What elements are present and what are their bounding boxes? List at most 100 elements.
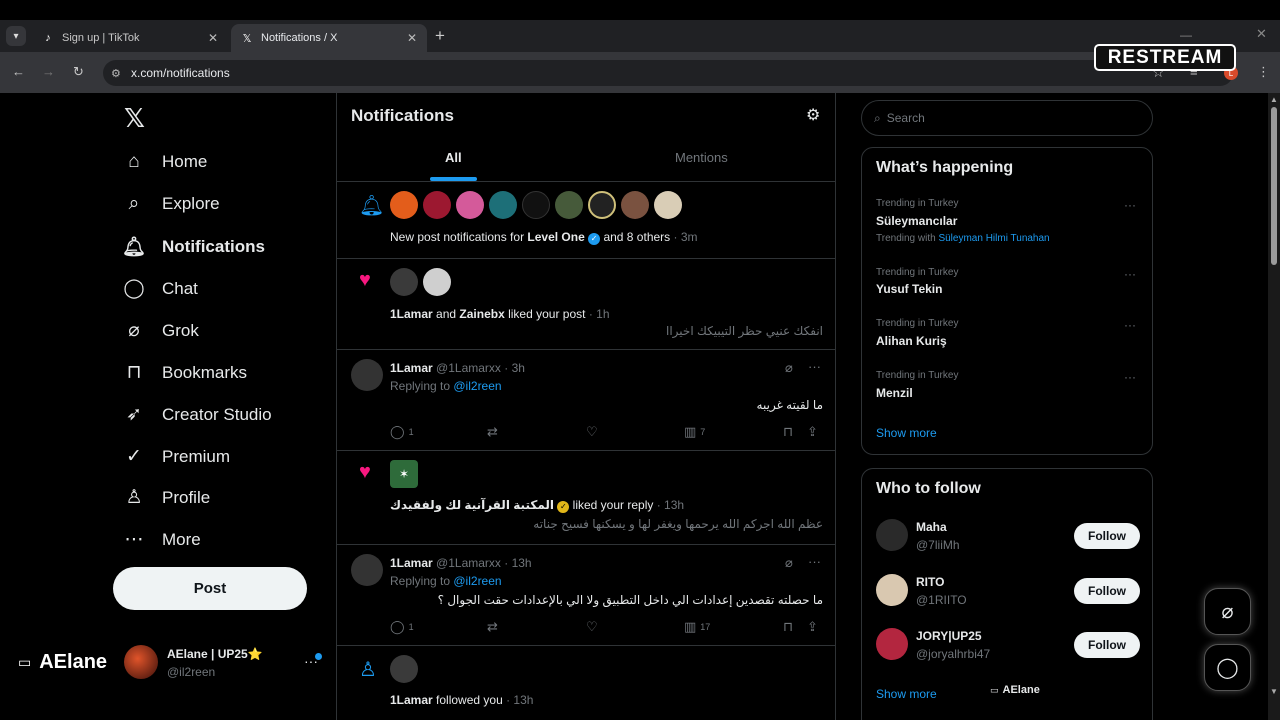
- scroll-up-icon[interactable]: ▲: [1270, 95, 1278, 104]
- more-icon[interactable]: ···: [1124, 370, 1136, 384]
- follow-name[interactable]: Maha: [916, 520, 947, 534]
- more-icon[interactable]: ···: [808, 359, 821, 374]
- notification-text[interactable]: المكتبة القرآنية لك ولفقيدك ✓ liked your…: [390, 498, 684, 513]
- show-more-link[interactable]: Show more: [876, 426, 937, 440]
- avatar[interactable]: [390, 191, 418, 219]
- avatar[interactable]: [351, 359, 383, 391]
- trend-name[interactable]: Süleymancılar: [876, 214, 957, 228]
- sidebar-item-more[interactable]: ⋯ More: [122, 528, 201, 551]
- post-button[interactable]: Post: [113, 567, 307, 610]
- forward-icon[interactable]: →: [42, 64, 55, 79]
- avatar[interactable]: [876, 628, 908, 660]
- views-icon: ▥: [684, 424, 697, 439]
- avatar[interactable]: [390, 655, 418, 683]
- avatar[interactable]: [876, 574, 908, 606]
- notification-text[interactable]: 1Lamar followed you · 13h: [390, 693, 533, 707]
- scrollbar[interactable]: ▲ ▼: [1268, 93, 1280, 720]
- views-button[interactable]: ▥ 17: [684, 619, 710, 635]
- follow-button[interactable]: Follow: [1074, 632, 1140, 658]
- sidebar-item-grok[interactable]: ⌀ Grok: [122, 319, 199, 342]
- avatar[interactable]: [621, 191, 649, 219]
- avatar[interactable]: [654, 191, 682, 219]
- follow-name[interactable]: JORY|UP25: [916, 629, 982, 643]
- reply-button[interactable]: ◯ 1: [390, 619, 414, 635]
- follow-button[interactable]: Follow: [1074, 523, 1140, 549]
- notification-text[interactable]: 1Lamar and Zainebx liked your post · 1h: [390, 307, 610, 321]
- scrollbar-thumb[interactable]: [1271, 107, 1277, 265]
- sidebar-item-home[interactable]: ⌂ Home: [122, 151, 207, 173]
- site-info-icon[interactable]: ⚙: [111, 67, 121, 80]
- avatar[interactable]: [351, 554, 383, 586]
- chat-icon[interactable]: ◯: [1204, 644, 1251, 691]
- sidebar-item-explore[interactable]: ⌕ Explore: [122, 193, 220, 215]
- x-logo-icon[interactable]: 𝕏: [124, 103, 145, 134]
- reply-button[interactable]: ◯ 1: [390, 424, 414, 440]
- grok-icon[interactable]: ⌀: [785, 360, 793, 376]
- avatar[interactable]: [588, 191, 616, 219]
- search-input[interactable]: ⌕ Search: [861, 100, 1153, 136]
- timestamp: · 3m: [670, 230, 698, 244]
- trend-with-value[interactable]: Süleyman Hilmi Tunahan: [938, 233, 1049, 244]
- trend-name[interactable]: Alihan Kuriş: [876, 334, 947, 348]
- notification-text[interactable]: New post notifications for Level One ✓ a…: [390, 230, 698, 245]
- share-icon[interactable]: ⇪: [807, 619, 818, 635]
- more-icon[interactable]: ···: [808, 554, 821, 569]
- avatar[interactable]: [555, 191, 583, 219]
- replying-handle[interactable]: @il2reen: [453, 574, 501, 588]
- close-icon[interactable]: ✕: [407, 31, 417, 45]
- menu-dots-icon[interactable]: ⋮: [1257, 64, 1270, 80]
- bookmark-icon[interactable]: ⊓: [783, 424, 793, 440]
- sidebar-item-bookmarks[interactable]: ⊓ Bookmarks: [122, 361, 247, 384]
- avatar[interactable]: [876, 519, 908, 551]
- account-name[interactable]: AElane | UP25⭐: [167, 647, 263, 661]
- reload-icon[interactable]: ↻: [73, 64, 84, 80]
- author-name[interactable]: 1Lamar: [390, 556, 433, 570]
- tab-search-icon[interactable]: ▾: [6, 26, 26, 46]
- avatar[interactable]: [423, 268, 451, 296]
- show-more-link[interactable]: Show more: [876, 687, 937, 701]
- new-tab-icon[interactable]: +: [435, 26, 445, 46]
- avatar[interactable]: [522, 191, 550, 219]
- sidebar-item-profile[interactable]: ♙ Profile: [122, 486, 210, 509]
- sidebar-item-chat[interactable]: ◯ Chat: [122, 277, 198, 300]
- tab-mentions[interactable]: Mentions: [675, 150, 728, 165]
- tab-notifications[interactable]: 𝕏 Notifications / X ✕: [231, 24, 427, 52]
- gear-icon[interactable]: ⚙: [806, 105, 820, 125]
- tab-all[interactable]: All: [445, 150, 462, 165]
- more-icon[interactable]: ···: [1124, 198, 1136, 212]
- views-button[interactable]: ▥ 7: [684, 424, 705, 440]
- repost-icon[interactable]: ⇄: [487, 424, 498, 440]
- avatar[interactable]: [390, 268, 418, 296]
- avatar[interactable]: [456, 191, 484, 219]
- grok-icon[interactable]: ⌀: [1204, 588, 1251, 635]
- grok-icon[interactable]: ⌀: [785, 555, 793, 571]
- chat-icon: ◯: [123, 278, 145, 299]
- trend-name[interactable]: Yusuf Tekin: [876, 282, 942, 296]
- more-icon[interactable]: ···: [1124, 267, 1136, 281]
- avatar[interactable]: [489, 191, 517, 219]
- bookmark-icon[interactable]: ⊓: [783, 619, 793, 635]
- back-icon[interactable]: ←: [12, 64, 25, 79]
- sidebar-item-premium[interactable]: ✓ Premium: [122, 445, 230, 468]
- sidebar-item-notifications[interactable]: 🔔︎ Notifications: [122, 235, 265, 259]
- avatar[interactable]: ✶: [390, 460, 418, 488]
- avatar[interactable]: [124, 645, 158, 679]
- close-icon[interactable]: ✕: [208, 31, 218, 45]
- share-icon[interactable]: ⇪: [807, 424, 818, 440]
- minimize-icon[interactable]: —: [1180, 28, 1192, 42]
- avatar[interactable]: [423, 191, 451, 219]
- scroll-down-icon[interactable]: ▼: [1270, 687, 1278, 696]
- follow-name[interactable]: RITO: [916, 575, 944, 589]
- trend-name[interactable]: Menzil: [876, 386, 913, 400]
- tab-tiktok[interactable]: ♪ Sign up | TikTok ✕: [32, 24, 228, 52]
- repost-icon[interactable]: ⇄: [487, 619, 498, 635]
- address-bar[interactable]: ⚙ x.com/notifications: [103, 60, 1233, 86]
- sidebar-item-creator-studio[interactable]: ➶ Creator Studio: [122, 403, 272, 426]
- more-icon[interactable]: ···: [1124, 318, 1136, 332]
- window-close-icon[interactable]: ✕: [1256, 26, 1267, 42]
- like-icon[interactable]: ♡: [586, 424, 598, 440]
- author-name[interactable]: 1Lamar: [390, 361, 433, 375]
- like-icon[interactable]: ♡: [586, 619, 598, 635]
- follow-button[interactable]: Follow: [1074, 578, 1140, 604]
- replying-handle[interactable]: @il2reen: [453, 379, 501, 393]
